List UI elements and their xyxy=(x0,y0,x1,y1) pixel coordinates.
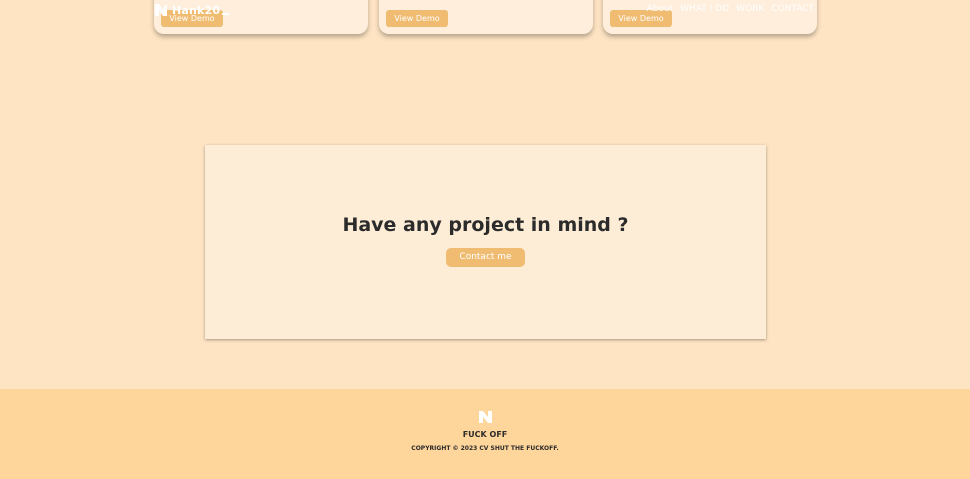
contact-cta-section: Have any project in mind ? Contact me xyxy=(205,145,766,339)
n-logo-icon xyxy=(479,411,492,423)
footer-copyright: COPYRIGHT © 2023 CV SHUT THE FUCKOFF. xyxy=(411,445,559,452)
contact-me-button[interactable]: Contact me xyxy=(446,248,525,267)
nav-link-contact[interactable]: CONTACT xyxy=(771,4,814,14)
nav-link-work[interactable]: WORK xyxy=(736,4,764,14)
logo-text: Hank20 xyxy=(172,3,221,17)
footer: FUCK OFF COPYRIGHT © 2023 CV SHUT THE FU… xyxy=(0,389,970,479)
navbar: Hank20 About WHAT I DO WORK CONTACT xyxy=(0,0,970,20)
nav-link-what-i-do[interactable]: WHAT I DO xyxy=(680,4,729,14)
logo-underscore xyxy=(222,13,230,15)
n-logo-icon xyxy=(155,4,167,16)
cta-title: Have any project in mind ? xyxy=(342,214,629,236)
site-logo[interactable]: Hank20 xyxy=(154,3,230,17)
nav-links: About WHAT I DO WORK CONTACT xyxy=(647,4,814,14)
nav-link-about[interactable]: About xyxy=(647,4,674,14)
footer-name: FUCK OFF xyxy=(462,430,508,439)
